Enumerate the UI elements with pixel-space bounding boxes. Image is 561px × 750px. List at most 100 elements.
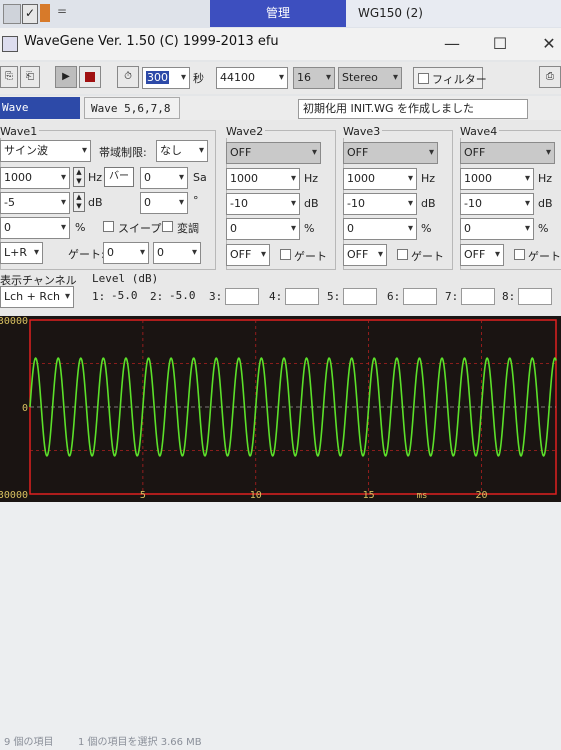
gate2-select[interactable]: 0 ▾ xyxy=(153,242,201,264)
modulation-checkbox[interactable] xyxy=(162,221,173,232)
wave2-duty-unit: % xyxy=(304,222,315,235)
stop-button[interactable] xyxy=(79,66,101,88)
wave1-type-select[interactable]: サイン波 ▾ xyxy=(0,140,91,162)
band-limit-label: 帯域制限: xyxy=(99,146,147,159)
wave3-freq-unit: Hz xyxy=(421,172,436,185)
taskbar-app-icon[interactable] xyxy=(3,4,21,24)
ribbon-tab-wg150[interactable]: WG150 (2) xyxy=(346,0,561,27)
wave1-freq-unit: Hz xyxy=(88,171,103,184)
window-title: WaveGene Ver. 1.50 (C) 1999-2013 efu xyxy=(24,34,279,49)
ribbon-tab-manage[interactable]: 管理 xyxy=(210,0,346,27)
level-3-label: 3: xyxy=(209,290,223,303)
filter-toggle[interactable]: フィルター xyxy=(413,67,487,89)
minimize-button[interactable]: — xyxy=(441,34,463,53)
wave3-gate-checkbox[interactable] xyxy=(397,249,408,260)
sample-rate-select[interactable]: 44100 ▾ xyxy=(216,67,288,89)
channels-select[interactable]: Stereo ▾ xyxy=(338,67,402,89)
wave4-output-select[interactable]: OFF ▾ xyxy=(460,244,504,266)
wave3-level-unit: dB xyxy=(421,197,436,210)
band-limit-select[interactable]: なし ▾ xyxy=(156,140,208,162)
sweep-label: スイープ xyxy=(118,222,162,235)
filter-checkbox[interactable] xyxy=(418,73,429,84)
wave2-gate-checkbox[interactable] xyxy=(280,249,291,260)
wave2-level-field[interactable]: -10 ▾ xyxy=(226,193,300,215)
wave1-level-field[interactable]: -5 ▾ xyxy=(0,192,70,214)
wave2-level-unit: dB xyxy=(304,197,319,210)
waveform-chart: 30000 0 -30000 5 10 15 20 ms xyxy=(0,316,557,501)
quick-access-icon[interactable]: = xyxy=(57,4,71,22)
export-icon[interactable]: ⎙ xyxy=(539,66,561,88)
duration-select[interactable]: 300 ▾ xyxy=(142,67,190,89)
wave4-freq-field[interactable]: 1000 ▾ xyxy=(460,168,534,190)
wave1-channel-select[interactable]: L+R ▾ xyxy=(0,242,43,264)
level-4-value xyxy=(285,288,319,305)
waveform-display: 30000 0 -30000 5 10 15 20 ms xyxy=(0,316,561,502)
timer-icon[interactable]: ⏱ xyxy=(117,66,139,88)
wave2-freq-field[interactable]: 1000 ▾ xyxy=(226,168,300,190)
x-unit-label: ms xyxy=(417,491,428,501)
wave4-label: Wave4 xyxy=(460,125,500,138)
wave1-freq-spinner[interactable]: ▲ ▼ xyxy=(73,167,85,187)
y-tick-label: 30000 xyxy=(0,316,28,327)
wave1-duty-unit: % xyxy=(75,221,86,234)
play-button[interactable]: ▶ xyxy=(55,66,77,88)
level-7-value xyxy=(461,288,495,305)
level-2-label: 2: xyxy=(150,290,164,303)
bar-button[interactable]: バー xyxy=(104,167,134,187)
wave4-freq-unit: Hz xyxy=(538,172,553,185)
wave1-level-unit: dB xyxy=(88,196,103,209)
phase-unit: ° xyxy=(193,194,199,207)
level-5-value xyxy=(343,288,377,305)
x-tick-label: 20 xyxy=(475,490,487,501)
wave2-freq-unit: Hz xyxy=(304,172,319,185)
level-2-value: -5.0 xyxy=(166,288,198,305)
level-3-value xyxy=(225,288,259,305)
tab-wave-1-4[interactable]: Wave 1,2,3,4 xyxy=(0,97,80,136)
wave3-duty-field[interactable]: 0 ▾ xyxy=(343,218,417,240)
wave3-freq-field[interactable]: 1000 ▾ xyxy=(343,168,417,190)
wave4-duty-field[interactable]: 0 ▾ xyxy=(460,218,534,240)
level-6-value xyxy=(403,288,437,305)
wave1-level-spinner[interactable]: ▲ ▼ xyxy=(73,192,85,212)
wave3-level-field[interactable]: -10 ▾ xyxy=(343,193,417,215)
wave2-type-select[interactable]: OFF ▾ xyxy=(226,142,321,164)
checkbox-icon[interactable]: ✓ xyxy=(22,4,38,24)
sweep-checkbox[interactable] xyxy=(103,221,114,232)
sa-unit: Sa xyxy=(193,171,207,184)
wave1-duty-field[interactable]: 0 ▾ xyxy=(0,217,70,239)
wave2-output-select[interactable]: OFF ▾ xyxy=(226,244,270,266)
wave3-label: Wave3 xyxy=(343,125,383,138)
tab-wave-5-8[interactable]: Wave 5,6,7,8 xyxy=(84,97,180,119)
wave4-type-select[interactable]: OFF ▾ xyxy=(460,142,555,164)
wave4-level-field[interactable]: -10 ▾ xyxy=(460,193,534,215)
status-items-count: 9 個の項目 xyxy=(4,737,54,748)
x-tick-label: 5 xyxy=(140,490,146,501)
wave3-duty-unit: % xyxy=(421,222,432,235)
wave2-duty-field[interactable]: 0 ▾ xyxy=(226,218,300,240)
level-4-label: 4: xyxy=(269,290,283,303)
x-tick-label: 15 xyxy=(363,490,375,501)
level-8-value xyxy=(518,288,552,305)
modulation-label: 変調 xyxy=(177,222,199,235)
wave4-gate-checkbox[interactable] xyxy=(514,249,525,260)
level-1-value: -5.0 xyxy=(108,288,140,305)
wave3-output-select[interactable]: OFF ▾ xyxy=(343,244,387,266)
wave3-type-select[interactable]: OFF ▾ xyxy=(343,142,438,164)
explorer-background xyxy=(0,502,561,750)
phase-field[interactable]: 0 ▾ xyxy=(140,192,188,214)
sa-field[interactable]: 0 ▾ xyxy=(140,167,188,189)
save-file-icon[interactable]: ⎗ xyxy=(20,66,40,88)
close-button[interactable]: ✕ xyxy=(538,34,560,53)
level-8-label: 8: xyxy=(502,290,516,303)
gate1-select[interactable]: 0 ▾ xyxy=(103,242,149,264)
maximize-button[interactable]: ☐ xyxy=(489,34,511,53)
y-tick-label: 0 xyxy=(22,403,28,414)
open-file-icon[interactable]: ⎘ xyxy=(0,66,18,88)
display-channel-select[interactable]: Lch + Rch ▾ xyxy=(0,286,74,308)
bit-depth-select[interactable]: 16 ▾ xyxy=(293,67,335,89)
level-title: Level (dB) xyxy=(92,272,159,285)
wave1-freq-field[interactable]: 1000 ▾ xyxy=(0,167,70,189)
folder-icon[interactable] xyxy=(40,4,50,22)
wave1-label: Wave1 xyxy=(0,125,40,138)
wave4-level-unit: dB xyxy=(538,197,553,210)
